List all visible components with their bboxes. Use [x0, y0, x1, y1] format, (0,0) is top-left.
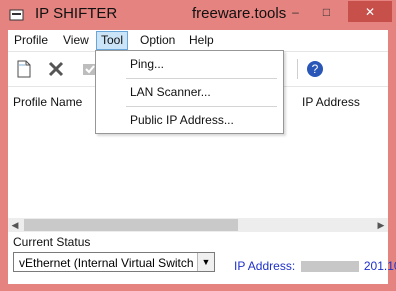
new-profile-icon[interactable] — [14, 59, 34, 79]
menu-bar: Profile View Tool Option Help — [8, 30, 388, 51]
menu-separator — [126, 106, 277, 107]
scroll-right-icon[interactable]: ▶ — [375, 219, 387, 231]
menu-option[interactable]: Option — [136, 32, 179, 49]
maximize-button[interactable]: □ — [312, 1, 341, 22]
ip-address-status: IP Address: 201.10 — [234, 259, 396, 273]
menu-profile[interactable]: Profile — [10, 32, 52, 49]
menu-item-public-ip[interactable]: Public IP Address... — [96, 108, 283, 132]
tool-dropdown: Ping... LAN Scanner... Public IP Address… — [95, 50, 284, 134]
title-bar: IP SHIFTER freeware.tools – □ ✕ — [0, 0, 396, 30]
menu-tool[interactable]: Tool — [96, 31, 129, 50]
app-window: IP SHIFTER freeware.tools – □ ✕ Profile … — [0, 0, 396, 291]
app-icon — [9, 9, 24, 21]
site-label: freeware.tools — [192, 5, 287, 22]
adapter-select[interactable]: vEthernet (Internal Virtual Switch ▼ — [13, 252, 215, 272]
scroll-left-icon[interactable]: ◀ — [9, 219, 21, 231]
masked-ip — [300, 261, 359, 273]
close-button[interactable]: ✕ — [348, 1, 392, 22]
current-status-label: Current Status — [13, 235, 91, 249]
column-profile-name[interactable]: Profile Name — [13, 95, 82, 109]
menu-separator — [126, 78, 277, 79]
adapter-value: vEthernet (Internal Virtual Switch — [19, 256, 194, 270]
menu-view[interactable]: View — [59, 32, 93, 49]
column-ip-address[interactable]: IP Address — [302, 95, 360, 109]
minimize-button[interactable]: – — [281, 1, 310, 22]
scrollbar-thumb[interactable] — [24, 219, 238, 231]
ip-suffix: 201.10 — [363, 259, 396, 273]
menu-item-lan-scanner[interactable]: LAN Scanner... — [96, 80, 283, 104]
menu-item-ping[interactable]: Ping... — [96, 52, 283, 76]
svg-text:?: ? — [312, 62, 319, 76]
window-title: IP SHIFTER — [35, 5, 118, 22]
horizontal-scrollbar[interactable]: ◀ ▶ — [8, 218, 388, 232]
ip-label: IP Address: — [234, 259, 296, 273]
delete-icon[interactable] — [46, 59, 66, 79]
menu-help[interactable]: Help — [185, 32, 218, 49]
chevron-down-icon[interactable]: ▼ — [197, 253, 214, 271]
toolbar-separator — [297, 59, 298, 79]
help-icon[interactable]: ? — [305, 59, 325, 79]
